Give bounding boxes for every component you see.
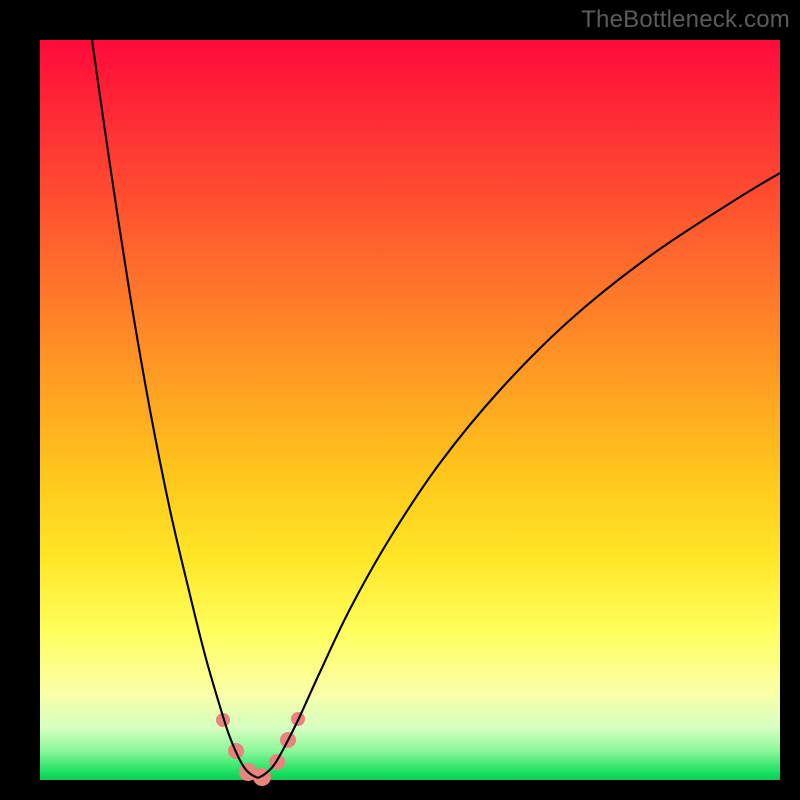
watermark-text: TheBottleneck.com xyxy=(581,6,790,34)
marker-group xyxy=(216,712,305,786)
plot-area xyxy=(40,40,780,780)
curve-left xyxy=(92,40,258,778)
chart-frame: TheBottleneck.com xyxy=(0,0,800,800)
curve-right xyxy=(258,173,780,778)
chart-svg xyxy=(40,40,780,780)
